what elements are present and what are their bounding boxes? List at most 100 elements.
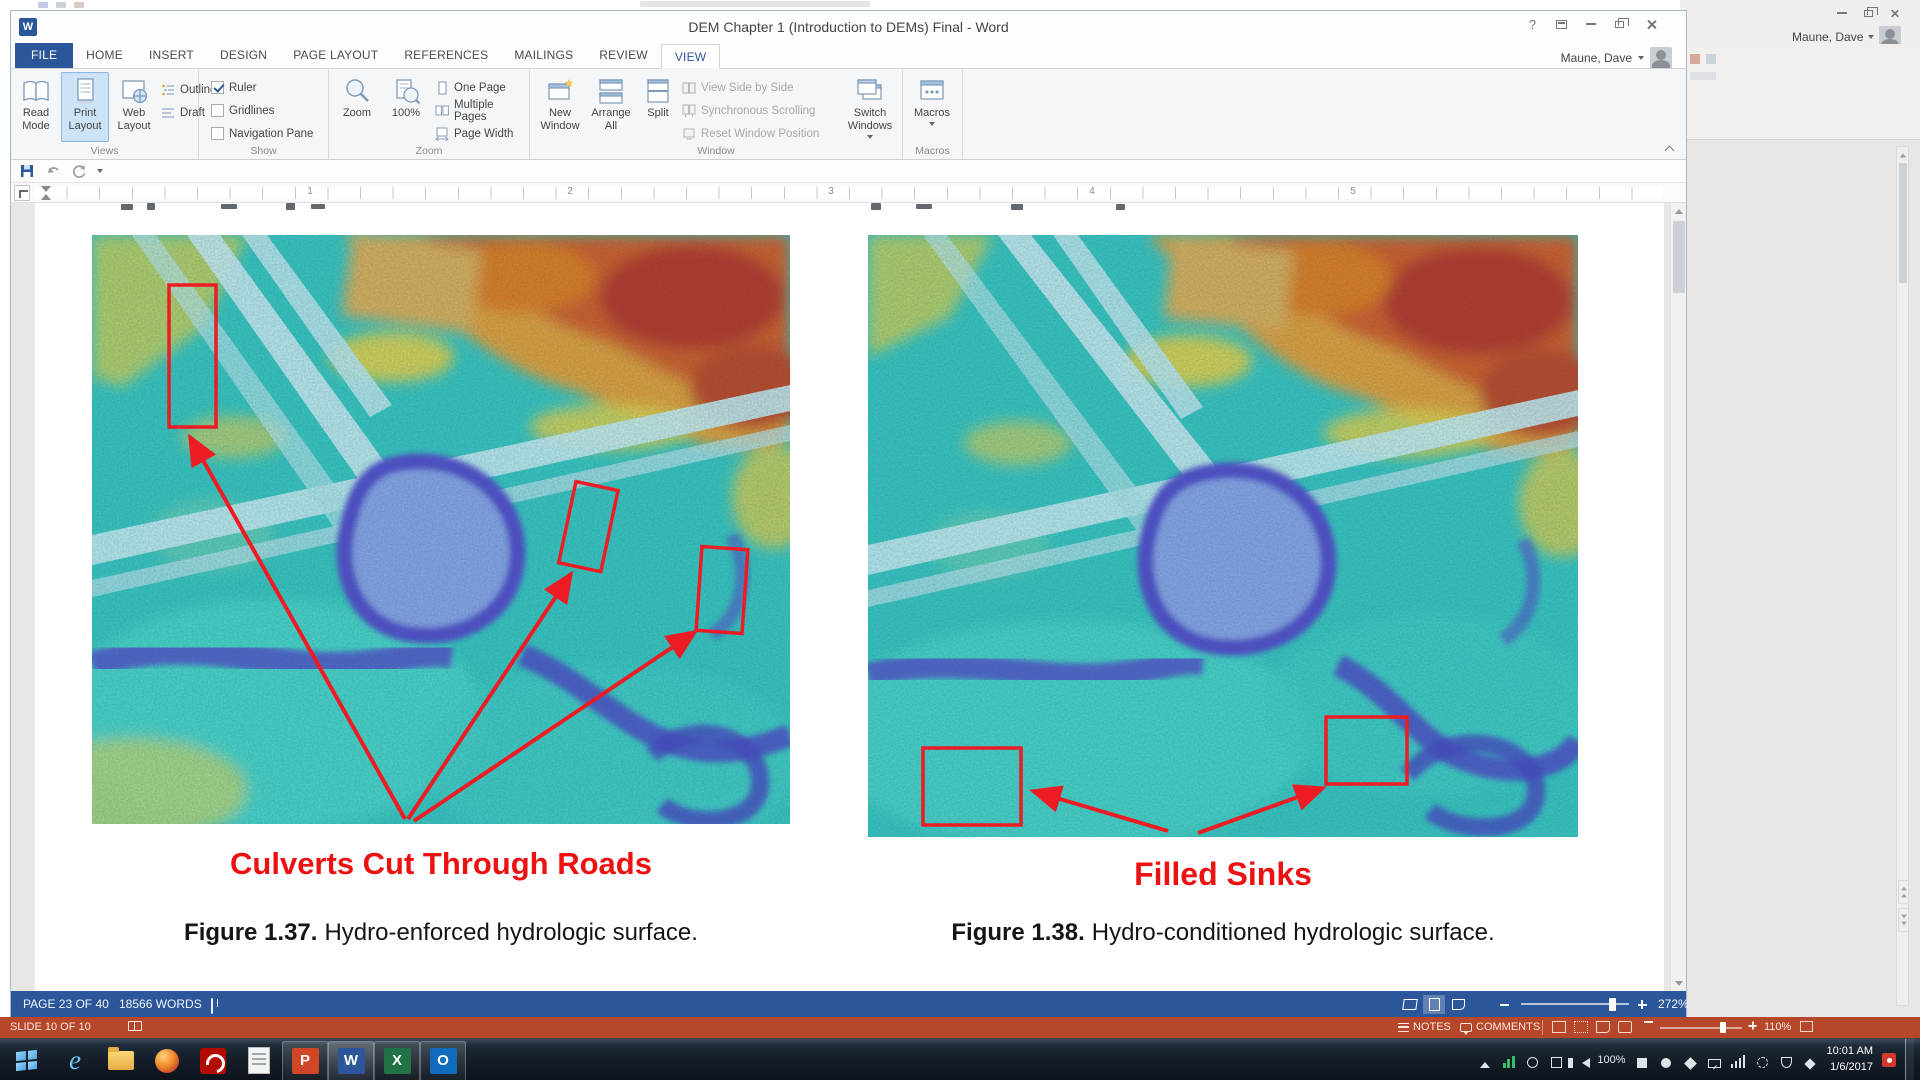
new-window-button[interactable]: New Window <box>536 72 584 142</box>
multiple-pages-button[interactable]: Multiple Pages <box>435 100 529 121</box>
zoom-out-button[interactable] <box>1493 995 1515 1014</box>
volume-icon[interactable] <box>1573 1053 1588 1068</box>
ppt-scrollbar[interactable] <box>1896 146 1909 1006</box>
reading-view-button[interactable] <box>1596 1021 1610 1033</box>
zoom-button[interactable]: Zoom <box>335 72 379 142</box>
ppt-previous-slide-button[interactable] <box>1898 880 1909 904</box>
web-layout-button[interactable]: Web Layout <box>111 72 157 142</box>
word-titlebar[interactable]: W DEM Chapter 1 (Introduction to DEMs) F… <box>11 11 1686 43</box>
first-line-indent-marker[interactable] <box>41 186 51 192</box>
sync-icon[interactable] <box>1755 1053 1770 1068</box>
page-width-button[interactable]: Page Width <box>435 123 513 144</box>
powerpoint-window[interactable]: Maune, Dave <box>1680 0 1920 1017</box>
gridlines-checkbox[interactable]: Gridlines <box>211 100 274 121</box>
tab-selector[interactable] <box>14 185 30 201</box>
tab-insert[interactable]: INSERT <box>136 43 207 68</box>
show-desktop-button[interactable] <box>1905 1039 1914 1080</box>
ppt-restore-button[interactable] <box>1856 4 1880 22</box>
taskbar-word[interactable]: W <box>328 1041 374 1080</box>
save-button[interactable] <box>19 163 35 179</box>
zoom-slider-thumb[interactable] <box>1609 998 1616 1011</box>
customize-quick-access-button[interactable] <box>97 169 103 173</box>
scroll-up-button[interactable] <box>1671 203 1687 219</box>
resource-monitor-icon[interactable] <box>1501 1053 1516 1068</box>
restore-button[interactable] <box>1605 11 1634 37</box>
hidden-icons-button[interactable] <box>1477 1053 1492 1068</box>
ppt-scroll-thumb[interactable] <box>1899 163 1907 283</box>
print-layout-view-button[interactable] <box>1423 995 1445 1014</box>
ribbon-display-options-button[interactable] <box>1547 11 1576 37</box>
redo-button[interactable] <box>71 163 87 179</box>
security-icon[interactable] <box>1779 1053 1794 1068</box>
zoom-percentage[interactable]: 272% <box>1658 997 1689 1011</box>
slide-indicator[interactable]: SLIDE 10 OF 10 <box>10 1021 91 1033</box>
battery-indicator[interactable]: 100% <box>1597 1054 1625 1066</box>
safely-remove-icon[interactable] <box>1525 1053 1540 1068</box>
ppt-close-button[interactable] <box>1882 4 1906 22</box>
one-page-button[interactable]: One Page <box>435 77 506 98</box>
word-status-bar[interactable]: PAGE 23 OF 40 18566 WORDS 272% <box>11 991 1686 1018</box>
ppt-minimize-button[interactable] <box>1830 4 1854 22</box>
notification-icon[interactable] <box>1882 1053 1896 1067</box>
taskbar-clock[interactable]: 10:01 AM 1/6/2017 <box>1827 1044 1873 1076</box>
minimize-button[interactable] <box>1576 11 1605 37</box>
document-page[interactable]: Culverts Cut Through Roads Filled Sinks … <box>35 203 1664 991</box>
word-vertical-scrollbar[interactable] <box>1670 203 1686 991</box>
switch-windows-button[interactable]: Switch Windows <box>842 72 898 142</box>
slideshow-view-button[interactable] <box>1618 1021 1632 1033</box>
horizontal-ruler[interactable]: 1 2 3 4 5 <box>11 183 1686 203</box>
tab-references[interactable]: REFERENCES <box>391 43 501 68</box>
navigation-pane-checkbox[interactable]: Navigation Pane <box>211 123 313 144</box>
zoom-in-button[interactable] <box>1631 995 1653 1014</box>
onedrive-icon[interactable] <box>1659 1053 1674 1068</box>
ppt-zoom-out-button[interactable] <box>1644 1021 1653 1023</box>
ppt-next-slide-button[interactable] <box>1898 908 1909 932</box>
fit-slide-to-window-button[interactable] <box>1800 1021 1813 1032</box>
ppt-zoom-slider-thumb[interactable] <box>1720 1022 1726 1033</box>
taskbar-outlook[interactable]: O <box>420 1041 466 1080</box>
taskbar-browser-ball[interactable] <box>144 1041 190 1080</box>
close-button[interactable] <box>1637 11 1666 37</box>
read-mode-view-button[interactable] <box>1399 995 1421 1014</box>
ruler-checkbox[interactable]: Ruler <box>211 77 256 98</box>
taskbar-notepad[interactable] <box>236 1041 282 1080</box>
tab-page-layout[interactable]: PAGE LAYOUT <box>280 43 391 68</box>
ppt-zoom-slider[interactable] <box>1660 1027 1742 1029</box>
taskbar-excel[interactable]: X <box>374 1041 420 1080</box>
word-window[interactable]: W DEM Chapter 1 (Introduction to DEMs) F… <box>10 10 1687 1017</box>
web-layout-view-button[interactable] <box>1447 995 1469 1014</box>
reset-window-position-button[interactable]: Reset Window Position <box>682 123 819 144</box>
print-layout-button[interactable]: Print Layout <box>61 72 109 142</box>
mail-icon[interactable] <box>1707 1053 1722 1068</box>
synchronous-scrolling-button[interactable]: Synchronous Scrolling <box>682 100 815 121</box>
settings-tray-icon[interactable] <box>1549 1053 1564 1068</box>
taskbar-ie[interactable]: e <box>52 1041 98 1080</box>
zoom-100-button[interactable]: 100% <box>382 72 430 142</box>
ppt-zoom-percentage[interactable]: 110% <box>1764 1021 1791 1033</box>
tab-file[interactable]: FILE <box>15 43 73 68</box>
tab-design[interactable]: DESIGN <box>207 43 280 68</box>
tab-view[interactable]: VIEW <box>661 44 720 69</box>
notes-button[interactable]: NOTES <box>1398 1021 1451 1033</box>
document-area[interactable]: Culverts Cut Through Roads Filled Sinks … <box>11 203 1686 991</box>
network-icon[interactable] <box>1731 1053 1746 1068</box>
page-indicator[interactable]: PAGE 23 OF 40 <box>23 997 109 1011</box>
ppt-proofing-icon[interactable] <box>128 1021 142 1031</box>
undo-button[interactable] <box>45 163 61 179</box>
macros-button[interactable]: Macros <box>909 72 955 142</box>
hanging-indent-marker[interactable] <box>41 194 51 200</box>
ppt-scroll-up-button[interactable] <box>1897 147 1908 163</box>
account-menu[interactable]: Maune, Dave <box>1561 47 1672 69</box>
powerpoint-status-bar[interactable]: SLIDE 10 OF 10 NOTES COMMENTS 110% <box>0 1017 1920 1038</box>
taskbar-acrobat[interactable] <box>190 1041 236 1080</box>
taskbar[interactable]: e P W X O 100% 10:01 AM <box>0 1038 1920 1080</box>
scroll-down-button[interactable] <box>1671 975 1687 991</box>
tab-home[interactable]: HOME <box>73 43 136 68</box>
pen-icon[interactable] <box>1803 1053 1818 1068</box>
proofing-status-icon[interactable] <box>211 999 213 1013</box>
split-button[interactable]: Split <box>638 72 678 142</box>
collapse-ribbon-button[interactable] <box>1665 144 1674 153</box>
arrange-all-button[interactable]: Arrange All <box>587 72 635 142</box>
slide-sorter-view-button[interactable] <box>1574 1021 1588 1033</box>
normal-view-button[interactable] <box>1552 1021 1566 1033</box>
